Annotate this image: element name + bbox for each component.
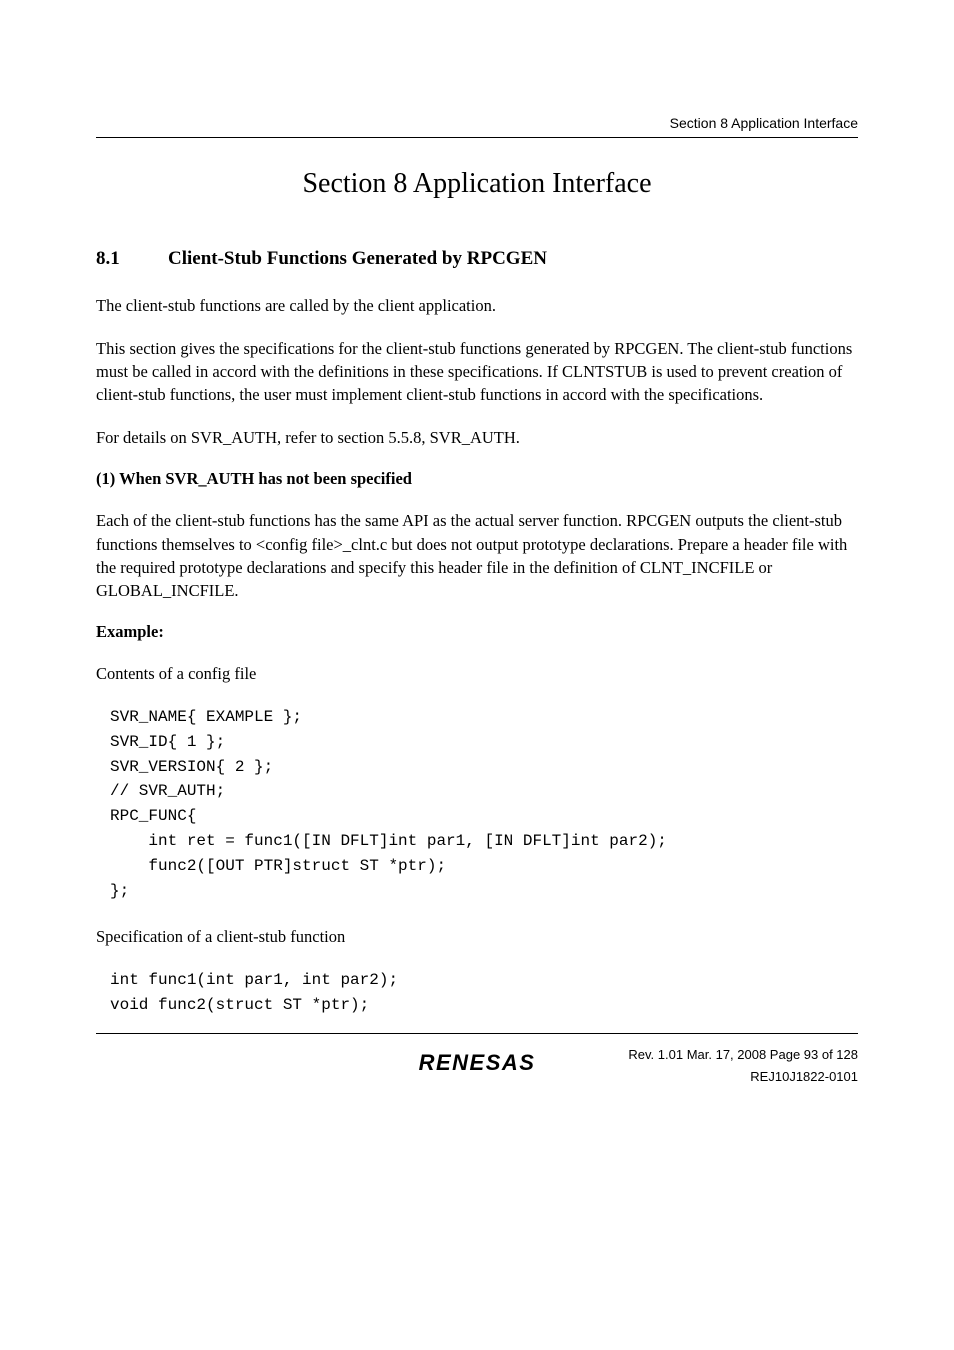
stub-spec-label: Specification of a client-stub function [96, 925, 858, 948]
paragraph-spec: This section gives the specifications fo… [96, 337, 858, 406]
subsection-title: Client-Stub Functions Generated by RPCGE… [168, 248, 547, 270]
code-config-file: SVR_NAME{ EXAMPLE }; SVR_ID{ 1 }; SVR_VE… [110, 705, 858, 903]
sub-heading-1: (1) When SVR_AUTH has not been specified [96, 469, 858, 489]
section-title: Section 8 Application Interface [96, 168, 858, 200]
paragraph-api-desc: Each of the client-stub functions has th… [96, 509, 858, 601]
paragraph-intro: The client-stub functions are called by … [96, 294, 858, 317]
page-footer: RENESAS Rev. 1.01 Mar. 17, 2008 Page 93 … [96, 1033, 858, 1088]
footer-rev-info: Rev. 1.01 Mar. 17, 2008 Page 93 of 128 [628, 1044, 858, 1066]
paragraph-svrauth-ref: For details on SVR_AUTH, refer to sectio… [96, 426, 858, 449]
running-header: Section 8 Application Interface [96, 115, 858, 138]
footer-doc-id: REJ10J1822-0101 [628, 1066, 858, 1088]
config-file-label: Contents of a config file [96, 662, 858, 685]
subsection-number: 8.1 [96, 248, 168, 270]
renesas-logo: RENESAS [419, 1050, 536, 1075]
subsection-heading: 8.1 Client-Stub Functions Generated by R… [96, 248, 858, 270]
example-label: Example: [96, 622, 858, 642]
code-stub-spec: int func1(int par1, int par2); void func… [110, 968, 858, 1018]
